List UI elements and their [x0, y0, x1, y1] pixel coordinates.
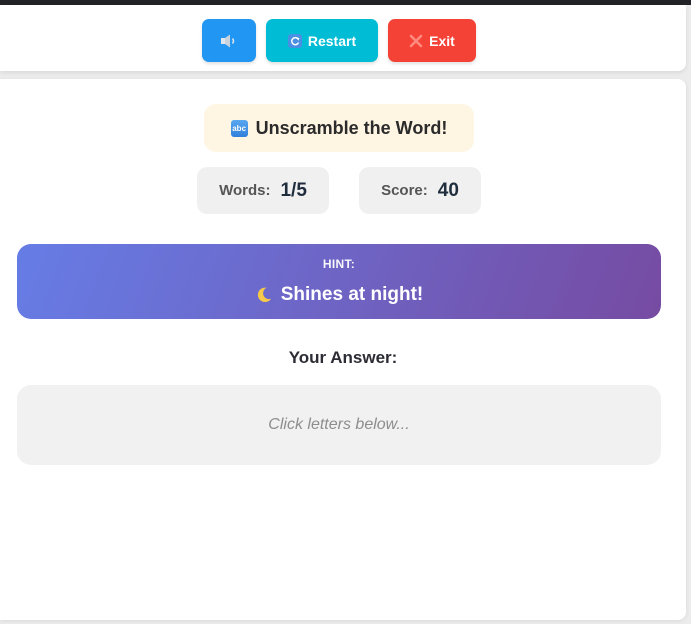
hint-row: Shines at night! [17, 284, 661, 306]
close-icon [409, 34, 423, 47]
score-label: Score: [381, 182, 428, 199]
hint-label: HINT: [322, 257, 356, 271]
restart-label: Restart [307, 32, 357, 49]
abc-icon: abc [230, 119, 248, 137]
hint-box: HINT: Shines at night! [17, 244, 661, 319]
game-card: abc Unscramble the Word! Words: 1/5 Scor… [0, 79, 686, 620]
words-value: 1/5 [280, 179, 307, 201]
restart-icon [287, 33, 302, 48]
words-stat: Words: 1/5 [197, 167, 329, 214]
score-stat: Score: 40 [359, 167, 481, 214]
answer-box[interactable]: Click letters below... [17, 385, 661, 465]
exit-button[interactable]: Exit [388, 19, 476, 62]
restart-button[interactable]: Restart [266, 19, 378, 62]
sound-toggle-button[interactable] [202, 19, 256, 62]
game-title: abc Unscramble the Word! [204, 104, 474, 152]
crescent-moon-icon [257, 287, 271, 303]
words-label: Words: [219, 182, 271, 199]
speaker-icon [221, 34, 235, 47]
score-value: 40 [437, 179, 459, 201]
hint-text: Shines at night! [280, 284, 424, 305]
answer-placeholder: Click letters below... [268, 416, 410, 433]
answer-title: Your Answer: [288, 348, 398, 367]
game-toolbar: Restart Exit [0, 5, 686, 71]
exit-label: Exit [429, 32, 455, 49]
game-title-text: Unscramble the Word! [255, 117, 448, 138]
